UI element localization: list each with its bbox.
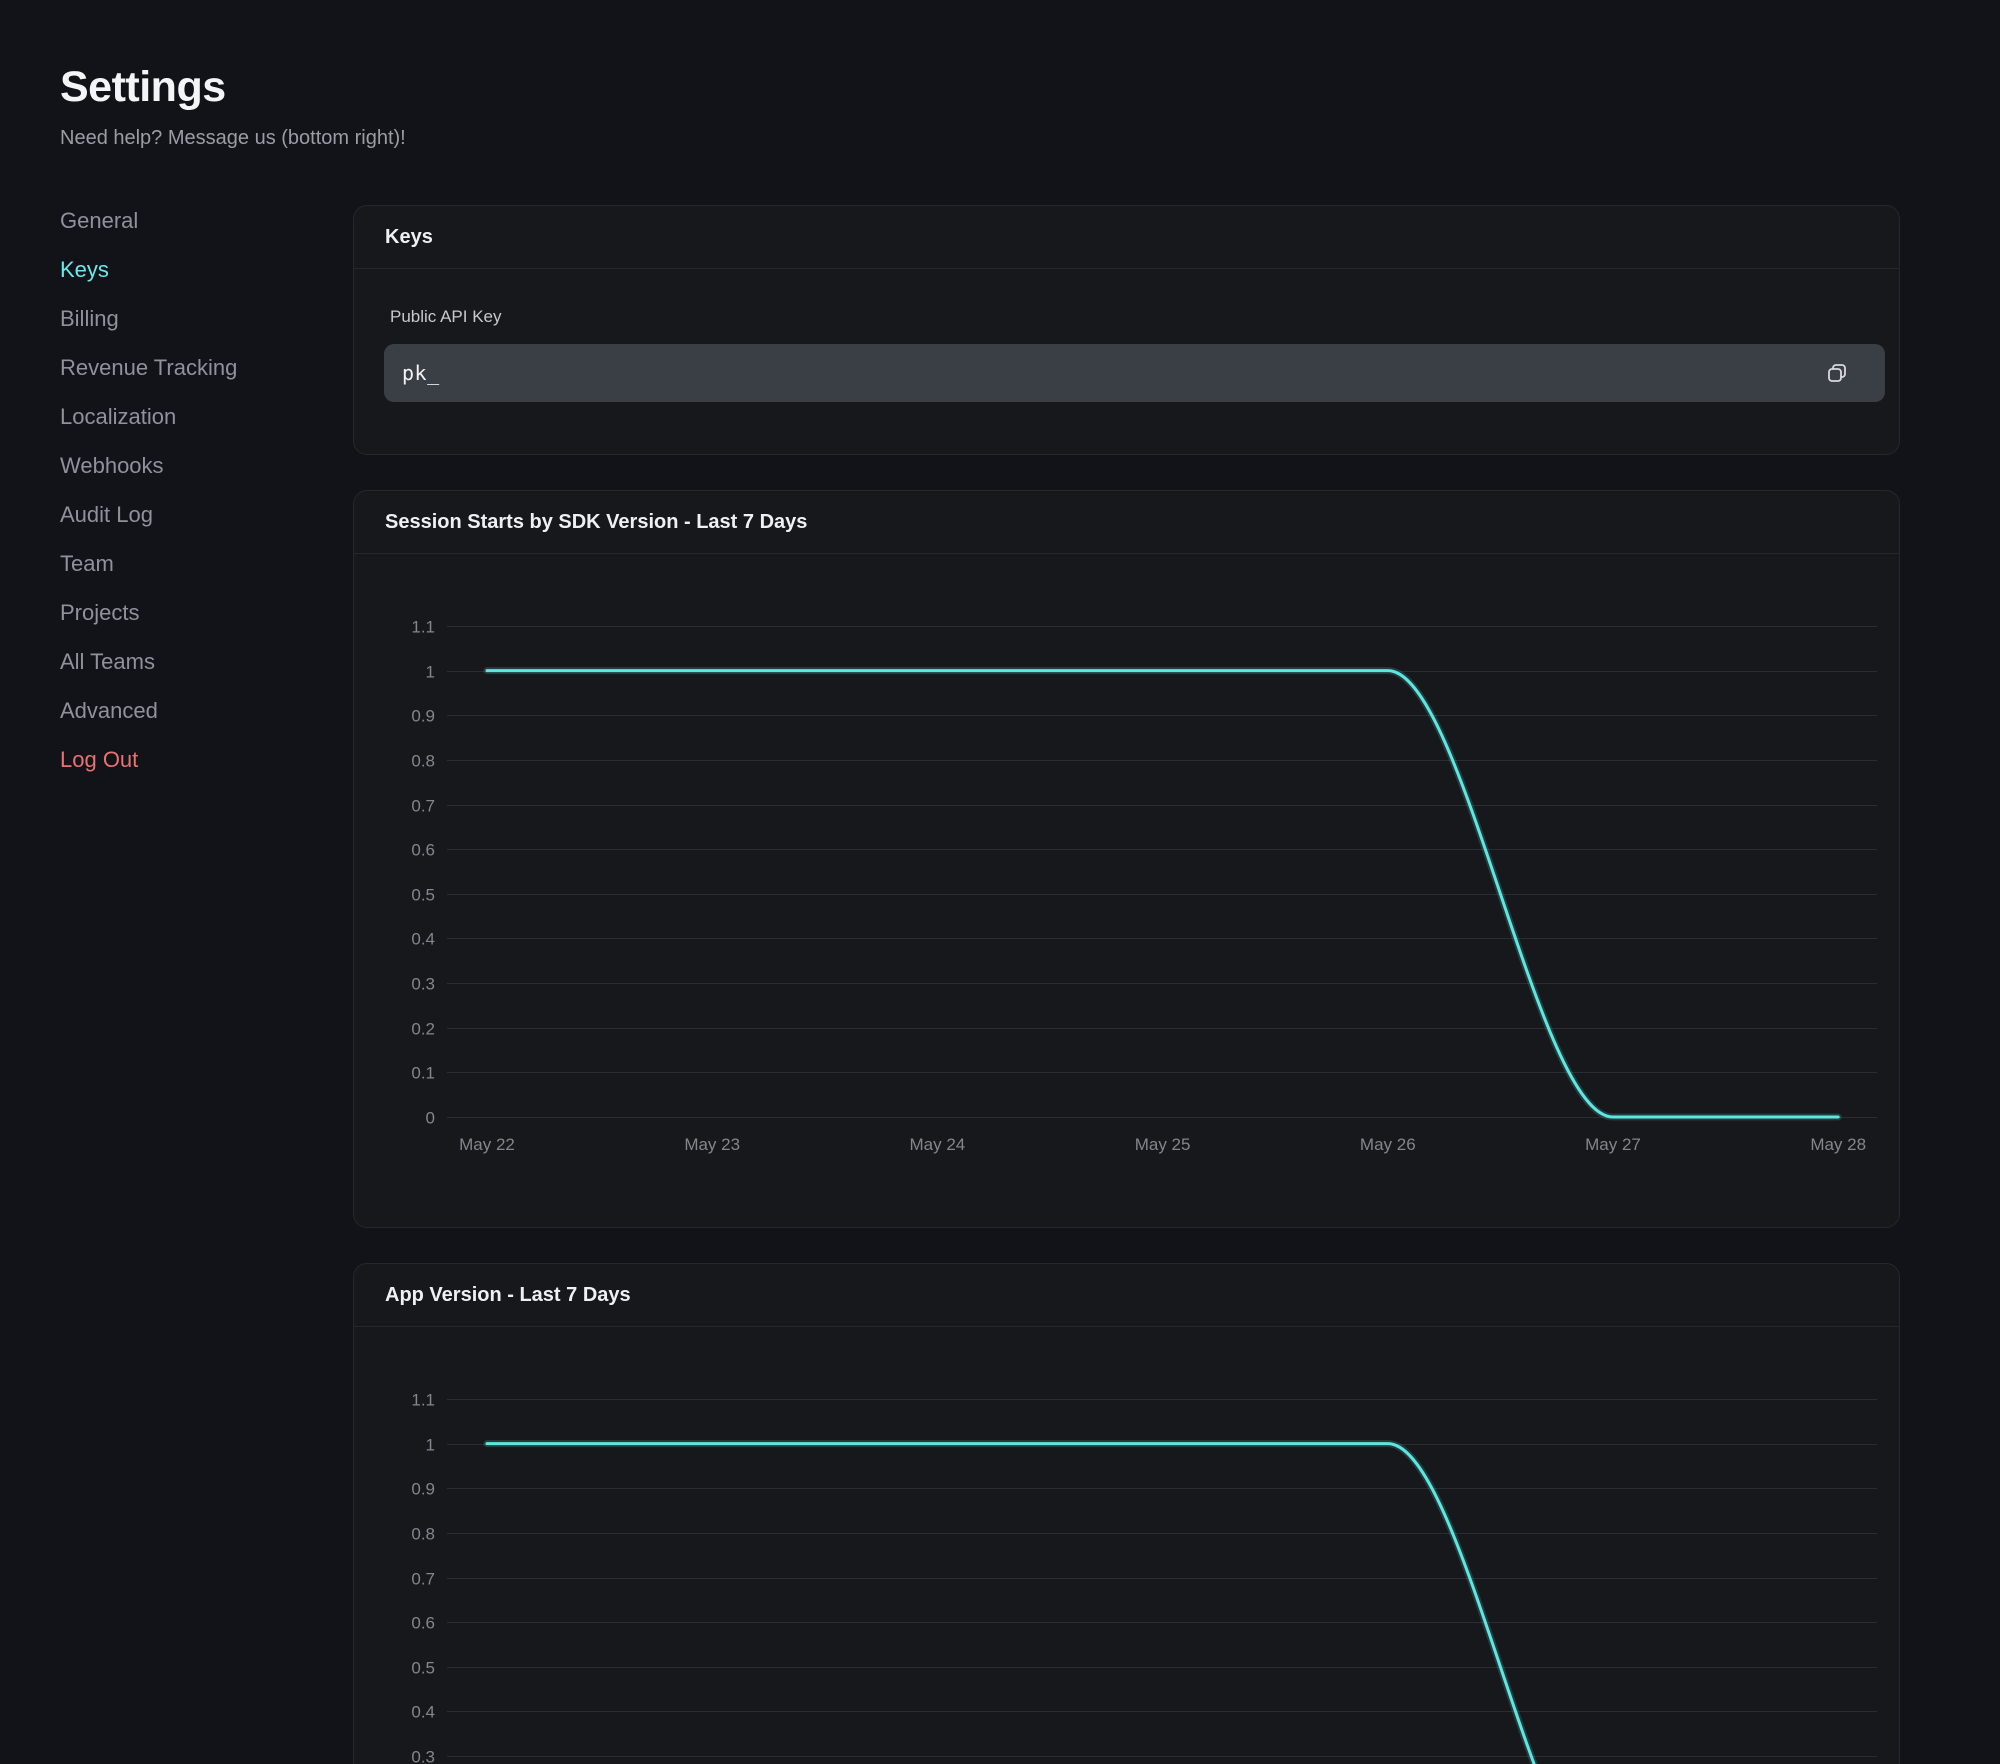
- svg-text:1.1: 1.1: [411, 618, 435, 637]
- sidebar-item-revenue-tracking[interactable]: Revenue Tracking: [60, 343, 353, 392]
- sidebar-item-advanced[interactable]: Advanced: [60, 686, 353, 735]
- content: General Keys Billing Revenue Tracking Lo…: [0, 196, 2000, 1764]
- public-api-key-field[interactable]: pk_: [384, 344, 1885, 402]
- svg-text:0.5: 0.5: [411, 886, 435, 905]
- sdk-version-chart-header: Session Starts by SDK Version - Last 7 D…: [354, 491, 1899, 554]
- sidebar-item-log-out[interactable]: Log Out: [60, 735, 353, 784]
- svg-text:May 28: May 28: [1810, 1135, 1866, 1154]
- sdk-version-chart-title: Session Starts by SDK Version - Last 7 D…: [385, 511, 807, 534]
- svg-text:May 26: May 26: [1360, 1135, 1416, 1154]
- sidebar-item-general[interactable]: General: [60, 196, 353, 245]
- svg-text:0.5: 0.5: [411, 1659, 435, 1678]
- svg-text:0.9: 0.9: [411, 1480, 435, 1499]
- svg-text:0.1: 0.1: [411, 1064, 435, 1083]
- svg-text:May 23: May 23: [684, 1135, 740, 1154]
- sidebar-item-billing[interactable]: Billing: [60, 294, 353, 343]
- svg-text:0.4: 0.4: [411, 930, 435, 949]
- svg-text:0: 0: [426, 1109, 435, 1128]
- page-header: Settings Need help? Message us (bottom r…: [0, 0, 2000, 150]
- keys-card: Keys Public API Key pk_: [353, 205, 1900, 455]
- sidebar-item-team[interactable]: Team: [60, 539, 353, 588]
- sdk-version-chart-card: Session Starts by SDK Version - Last 7 D…: [353, 490, 1900, 1228]
- app-version-chart-header: App Version - Last 7 Days: [354, 1264, 1899, 1327]
- svg-text:0.8: 0.8: [411, 752, 435, 771]
- svg-text:0.3: 0.3: [411, 1748, 435, 1764]
- svg-text:0.6: 0.6: [411, 1614, 435, 1633]
- svg-text:May 25: May 25: [1135, 1135, 1191, 1154]
- keys-card-header: Keys: [354, 206, 1899, 269]
- svg-text:1.1: 1.1: [411, 1391, 435, 1410]
- svg-text:1: 1: [426, 1436, 435, 1455]
- sidebar: General Keys Billing Revenue Tracking Lo…: [60, 196, 353, 1764]
- sidebar-item-localization[interactable]: Localization: [60, 392, 353, 441]
- app-version-chart-card: App Version - Last 7 Days 1.1 1 0.9 0.8 0.7 0…: [353, 1263, 1900, 1764]
- svg-text:0.4: 0.4: [411, 1703, 435, 1722]
- sidebar-item-audit-log[interactable]: Audit Log: [60, 490, 353, 539]
- page-subtitle: Need help? Message us (bottom right)!: [60, 127, 2000, 150]
- sidebar-item-projects[interactable]: Projects: [60, 588, 353, 637]
- sidebar-item-webhooks[interactable]: Webhooks: [60, 441, 353, 490]
- svg-text:0.3: 0.3: [411, 975, 435, 994]
- svg-text:May 27: May 27: [1585, 1135, 1641, 1154]
- sidebar-item-keys[interactable]: Keys: [60, 245, 353, 294]
- svg-text:0.8: 0.8: [411, 1525, 435, 1544]
- svg-text:1: 1: [426, 663, 435, 682]
- svg-text:0.9: 0.9: [411, 707, 435, 726]
- keys-card-title: Keys: [385, 226, 433, 249]
- copy-icon: [1825, 361, 1849, 385]
- app-version-chart-title: App Version - Last 7 Days: [385, 1284, 631, 1307]
- svg-text:0.7: 0.7: [411, 797, 435, 816]
- svg-text:0.7: 0.7: [411, 1570, 435, 1589]
- svg-text:May 24: May 24: [910, 1135, 966, 1154]
- public-api-key-value: pk_: [402, 361, 440, 385]
- svg-text:May 22: May 22: [459, 1135, 515, 1154]
- svg-text:0.6: 0.6: [411, 841, 435, 860]
- svg-text:0.2: 0.2: [411, 1020, 435, 1039]
- page-title: Settings: [60, 64, 2000, 111]
- main-panel: Keys Public API Key pk_ Session St: [353, 205, 1900, 1764]
- copy-api-key-button[interactable]: [1817, 353, 1857, 393]
- sdk-version-chart: 1.1 1 0.9 0.8 0.7 0.6 0.5 0.4 0.3 0.2 0.1 0 May 22 Ma…: [354, 554, 1899, 1228]
- app-version-chart: 1.110.90.80.70.60.50.40.30.20.10May 22Ma…: [354, 1327, 1899, 1764]
- keys-card-body: Public API Key pk_: [354, 269, 1899, 454]
- sidebar-item-all-teams[interactable]: All Teams: [60, 637, 353, 686]
- public-api-key-label: Public API Key: [390, 307, 1885, 327]
